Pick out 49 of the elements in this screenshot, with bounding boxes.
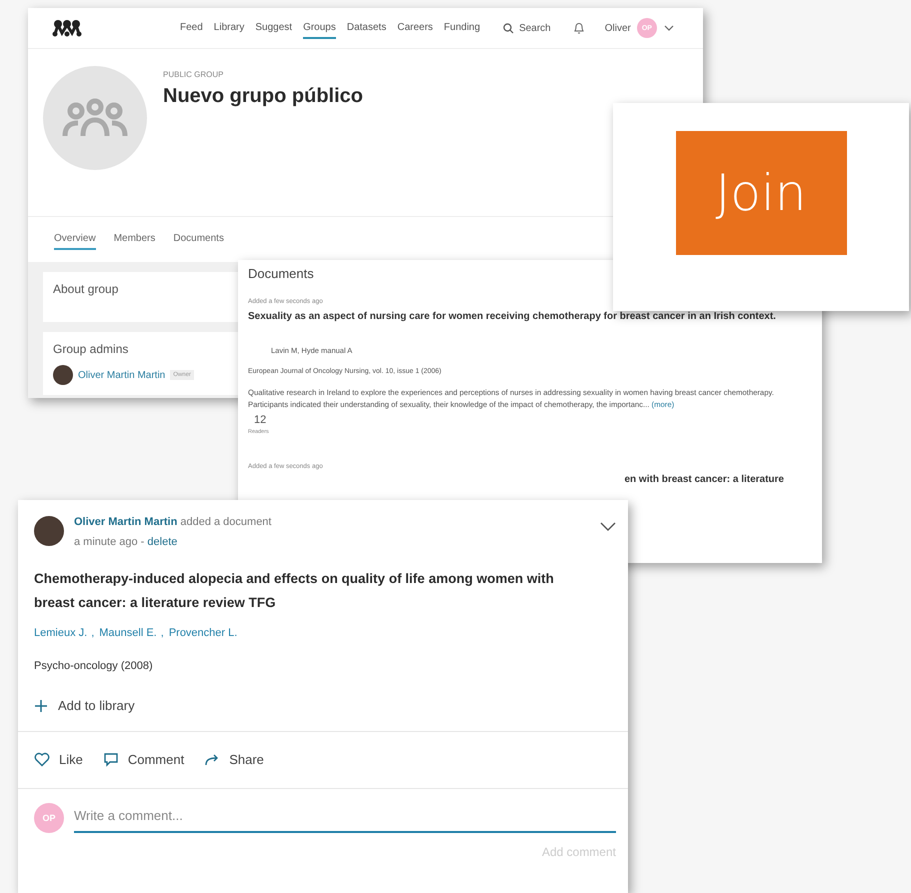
- author-separator: ,: [91, 627, 94, 639]
- card-title: About group: [53, 282, 120, 296]
- photo-placeholder: [34, 516, 64, 546]
- nav-link[interactable]: Suggest: [255, 18, 292, 38]
- nav-link[interactable]: Feed: [180, 18, 203, 38]
- panel-title: Documents: [248, 266, 315, 281]
- document-title[interactable]: Chemotherapy-induced alopecia and effects on quality of life among women with breast cancer: a literature review TFG: [34, 567, 616, 615]
- author-link[interactable]: Provencher L.: [168, 627, 238, 639]
- add-to-library-button[interactable]: Add to library: [34, 698, 135, 713]
- tab[interactable]: Overview: [54, 229, 96, 250]
- chevron-down-icon[interactable]: [600, 522, 616, 531]
- nav-link[interactable]: Datasets: [346, 18, 386, 38]
- nav-link[interactable]: Careers: [397, 18, 433, 38]
- people-icon: [62, 98, 128, 138]
- author-separator: ,: [160, 627, 164, 639]
- document-source: Psycho-oncology (2008): [34, 660, 154, 672]
- card-title: Group admins: [53, 342, 130, 356]
- group-type-label: PUBLIC GROUP: [163, 70, 224, 79]
- document-title[interactable]: Sexuality as an aspect of nursing care for women receiving chemotherapy for breast cancer in an Irish context.: [248, 311, 812, 322]
- nav-link[interactable]: Funding: [444, 18, 480, 38]
- author-link[interactable]: Lemieux J.: [34, 627, 88, 639]
- admin-link[interactable]: Oliver Martin Martin: [78, 370, 166, 380]
- author-link[interactable]: Maunsell E.: [99, 627, 157, 639]
- post-time: a minute ago -: [74, 536, 144, 548]
- user-name[interactable]: Oliver: [604, 22, 631, 34]
- user-avatar: OP: [34, 803, 64, 833]
- document-title[interactable]: en with breast cancer: a literature: [248, 474, 812, 485]
- nav-link[interactable]: Groups: [303, 18, 336, 38]
- tab[interactable]: Documents: [173, 229, 224, 250]
- logo-icon[interactable]: [52, 19, 82, 37]
- nav-link[interactable]: Library: [214, 18, 244, 38]
- like-button[interactable]: Like: [34, 752, 83, 767]
- share-button[interactable]: Share: [204, 752, 264, 767]
- heart-icon: [34, 752, 50, 767]
- user-link[interactable]: Oliver Martin Martin: [74, 516, 178, 528]
- group-title: Nuevo grupo público: [163, 85, 363, 108]
- photo-placeholder: [53, 365, 73, 385]
- plus-icon: [34, 698, 48, 712]
- activity-text: added a document: [180, 516, 272, 528]
- share-arrow-icon: [204, 753, 220, 766]
- chevron-down-icon[interactable]: [664, 25, 674, 31]
- tab[interactable]: Members: [114, 229, 156, 250]
- search-icon: [503, 22, 514, 34]
- bell-icon[interactable]: [572, 22, 585, 34]
- comment-button[interactable]: Comment: [102, 752, 184, 767]
- delete-link[interactable]: delete: [147, 536, 178, 548]
- search-link[interactable]: Search: [503, 22, 551, 34]
- speech-bubble-icon: [102, 752, 119, 767]
- readers-count: 12: [254, 414, 268, 426]
